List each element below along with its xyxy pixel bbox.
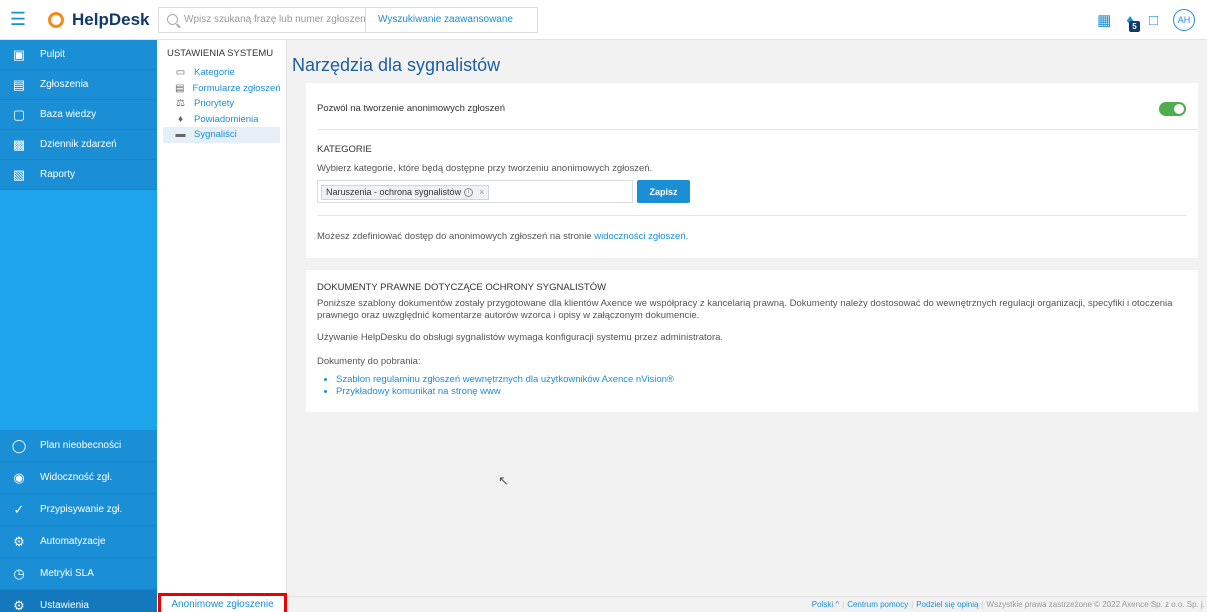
doc-link[interactable]: Szablon regulaminu zgłoszeń wewnętrznych… (336, 374, 674, 386)
advanced-search-link[interactable]: Wyszukiwanie zaawansowane (366, 6, 538, 33)
event-log-icon: ▩ (12, 136, 26, 152)
sidebar-item-label: Baza wiedzy (40, 109, 97, 120)
anonymous-report-button[interactable]: Anonimowe zgłoszenie (158, 593, 287, 612)
settings-subnav: USTAWIENIA SYSTEMU ▭ Kategorie ▤ Formularz… (157, 40, 287, 612)
sidebar-item-label: Raporty (40, 169, 76, 180)
avatar[interactable]: AH (1173, 9, 1195, 31)
sidebar-item-label: Widoczność zgł. (40, 472, 113, 483)
notification-count: 5 (1128, 20, 1140, 32)
sla-icon: ◷ (13, 565, 25, 581)
copyright: Wszystkie prawa zastrzeżone © 2022 Axenc… (986, 600, 1205, 609)
subnav-item-label: Sygnaliści (194, 129, 237, 141)
docs-title: DOKUMENTY PRAWNE DOTYCZĄCE OCHRONY SYGNA… (317, 282, 607, 293)
lifebuoy-icon (48, 11, 64, 28)
bell-icon: ♦ (177, 113, 184, 125)
absence-plan-icon: ◯ (11, 437, 27, 453)
docs-paragraph: Poniższe szablony dokumentów zostały prz… (317, 298, 1173, 321)
subnav-item-label: Priorytety (194, 98, 235, 110)
subnav-title: USTAWIENIA SYSTEMU (167, 48, 274, 59)
info-icon[interactable]: i (464, 187, 474, 197)
page-title: Narzędzia dla sygnalistów (292, 55, 501, 75)
legal-docs-card: DOKUMENTY PRAWNE DOTYCZĄCE OCHRONY SYGNA… (306, 270, 1198, 412)
sidebar-item-label: Ustawienia (40, 600, 89, 611)
chevron-up-icon[interactable]: ^ (833, 600, 839, 609)
save-button[interactable]: Zapisz (637, 180, 690, 203)
search-placeholder: Wpisz szukaną frazę lub numer zgłoszenia (184, 14, 366, 25)
sidebar-item-label: Metryki SLA (40, 568, 94, 579)
sidebar-item-raporty[interactable]: ▧ Raporty (0, 160, 157, 190)
sidebar-item-pulpit[interactable]: ▣ Pulpit (0, 40, 157, 70)
docs-list: Szablon regulaminu zgłoszeń wewnętrznych… (330, 374, 674, 398)
categories-select[interactable]: Naruszenia - ochrona sygnalistów i × (317, 180, 633, 203)
subnav-item-label: Formularze zgłoszeń (192, 82, 281, 94)
sidebar-item-zgloszenia[interactable]: ▤ Zgłoszenia (0, 70, 157, 100)
reports-icon: ▧ (12, 166, 26, 182)
subnav-item-label: Powiadomienia (194, 113, 259, 125)
sidebar-item-baza-wiedzy[interactable]: ▢ Baza wiedzy (0, 100, 157, 130)
automation-icon: ⚙ (13, 533, 25, 549)
doc-link[interactable]: Przykładowy komunikat na stronę www (336, 386, 674, 398)
feedback-link[interactable]: Podziel się opinią (916, 600, 978, 609)
sidebar-item-metryki-sla[interactable]: ◷ Metryki SLA (0, 558, 157, 590)
footer: Polski ^ | Centrum pomocy | Podziel się … (287, 596, 1207, 612)
sidebar-item-przypisywanie[interactable]: ✓ Przypisywanie zgł. (0, 494, 157, 526)
top-bar: ☰ HelpDesk Wpisz szukaną frazę lub numer… (0, 0, 1207, 40)
divider (317, 129, 1198, 130)
close-icon[interactable]: × (479, 187, 484, 197)
divider (317, 215, 1187, 216)
scale-icon: ⚖ (176, 98, 185, 110)
whistle-icon: ▬ (175, 129, 186, 141)
category-tag-label: Naruszenia - ochrona sygnalistów (326, 187, 462, 197)
search-icon (167, 14, 178, 25)
subnav-item-label: Kategorie (194, 67, 235, 79)
bell-icon[interactable]: ♦5 (1126, 12, 1140, 32)
docs-download-label: Dokumenty do pobrania: (317, 356, 421, 367)
docs-paragraph: Używanie HelpDesku do obsługi sygnalistó… (317, 332, 724, 343)
sidebar-item-plan-nieobecnosci[interactable]: ◯ Plan nieobecności (0, 430, 157, 462)
app-name: HelpDesk (72, 9, 150, 29)
sidebar-item-label: Zgłoszenia (40, 79, 89, 90)
visibility-info: Możesz zdefiniować dostęp do anonimowych… (317, 231, 688, 242)
sidebar: ▣ Pulpit ▤ Zgłoszenia ▢ Baza wiedzy ▩ Dzienn… (0, 40, 157, 612)
knowledge-base-icon: ▢ (12, 106, 26, 122)
dashboard-icon: ▣ (12, 46, 26, 62)
anonymous-settings-card: Pozwól na tworzenie anonimowych zgłoszeń… (306, 83, 1198, 258)
chat-icon[interactable]: □ (1149, 12, 1158, 29)
mouse-cursor-icon: ↖ (498, 473, 509, 488)
sidebar-item-dziennik-zdarzen[interactable]: ▩ Dziennik zdarzeń (0, 130, 157, 160)
sidebar-item-label: Dziennik zdarzeń (40, 139, 117, 150)
visibility-icon: ◉ (13, 469, 25, 485)
subnav-item-powiadomienia[interactable]: ♦ Powiadomienia (163, 112, 280, 128)
sidebar-item-label: Pulpit (40, 49, 66, 60)
sidebar-item-label: Przypisywanie zgł. (40, 504, 123, 515)
categories-description: Wybierz kategorie, które będą dostępne p… (317, 163, 653, 174)
allow-anonymous-label: Pozwól na tworzenie anonimowych zgłoszeń (317, 103, 505, 114)
tickets-icon: ▤ (12, 76, 26, 92)
allow-anonymous-toggle[interactable] (1159, 102, 1186, 116)
category-tag: Naruszenia - ochrona sygnalistów i × (321, 184, 490, 200)
folder-icon: ▭ (175, 67, 186, 79)
subnav-item-kategorie[interactable]: ▭ Kategorie (163, 65, 280, 81)
search-input[interactable]: Wpisz szukaną frazę lub numer zgłoszenia (158, 6, 366, 33)
subnav-item-priorytety[interactable]: ⚖ Priorytety (163, 96, 280, 112)
sidebar-item-widocznosc[interactable]: ◉ Widoczność zgł. (0, 462, 157, 494)
sidebar-item-automatyzacje[interactable]: ⚙ Automatyzacje (0, 526, 157, 558)
menu-icon[interactable]: ☰ (0, 0, 36, 40)
apps-grid-icon[interactable]: ▦ (1097, 11, 1111, 29)
logo[interactable]: HelpDesk (36, 10, 158, 30)
language-selector[interactable]: Polski (812, 600, 833, 609)
main-content: Narzędzia dla sygnalistów Pozwól na twor… (287, 40, 1207, 592)
categories-title: KATEGORIE (317, 144, 372, 155)
visibility-link[interactable]: widoczności zgłoszeń. (594, 231, 688, 242)
subnav-item-formularze[interactable]: ▤ Formularze zgłoszeń (163, 81, 281, 97)
assign-icon: ✓ (13, 501, 25, 517)
subnav-item-sygnalisci[interactable]: ▬ Sygnaliści (163, 127, 280, 143)
sidebar-item-label: Plan nieobecności (40, 440, 122, 451)
settings-icon: ⚙ (13, 597, 25, 612)
visibility-text: Możesz zdefiniować dostęp do anonimowych… (317, 231, 595, 242)
form-icon: ▤ (175, 82, 185, 94)
sidebar-item-label: Automatyzacje (40, 536, 106, 547)
help-center-link[interactable]: Centrum pomocy (847, 600, 908, 609)
sidebar-item-ustawienia[interactable]: ⚙ Ustawienia (0, 590, 157, 612)
